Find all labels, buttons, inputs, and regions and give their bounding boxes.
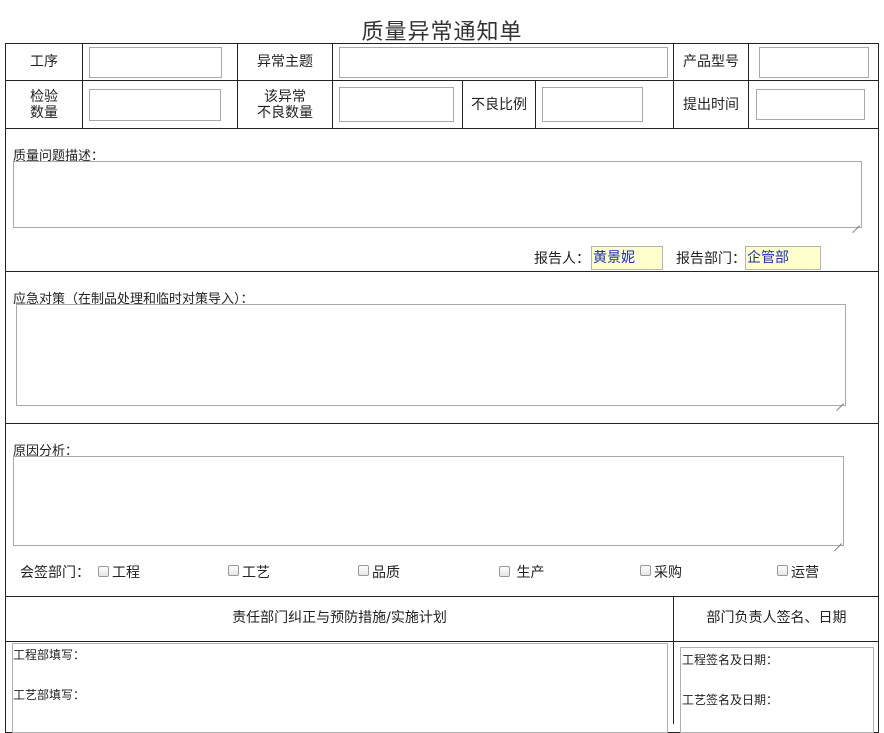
process-input[interactable] (89, 47, 222, 78)
col-divider (332, 43, 333, 128)
checkbox-engineering[interactable] (98, 566, 109, 577)
section-divider (5, 641, 879, 642)
description-textarea[interactable] (13, 161, 862, 228)
model-input[interactable] (759, 47, 869, 78)
topic-label: 异常主题 (257, 54, 313, 70)
resize-grip-icon[interactable] (834, 536, 842, 544)
dept-label-engineering: 工程 (112, 565, 140, 581)
section-divider (5, 271, 879, 272)
plan-fill-area[interactable] (12, 643, 668, 733)
inspect-qty-label-line2: 数量 (30, 105, 58, 121)
checkbox-purchasing[interactable] (640, 565, 651, 576)
col-divider (748, 43, 749, 128)
defect-ratio-input[interactable] (542, 87, 643, 122)
inspect-qty-label-line1: 检验 (30, 89, 58, 105)
section-divider (5, 596, 879, 597)
model-label: 产品型号 (683, 54, 739, 70)
cause-textarea[interactable] (13, 456, 844, 546)
checkbox-process[interactable] (228, 565, 239, 576)
defect-qty-label: 该异常 不良数量 (238, 89, 332, 121)
defect-qty-input[interactable] (339, 87, 454, 122)
checkbox-production[interactable] (499, 566, 510, 577)
proc-sign-label: 工艺签名及日期： (682, 693, 779, 707)
topic-input[interactable] (339, 47, 668, 78)
dept-label-quality: 品质 (372, 565, 400, 581)
eng-sign-label: 工程签名及日期： (682, 653, 779, 667)
row-divider (5, 128, 879, 129)
reporter-label: 报告人： (534, 251, 590, 267)
inspect-qty-input[interactable] (89, 89, 221, 121)
countersign-label: 会签部门： (20, 565, 90, 581)
col-divider (535, 80, 536, 128)
report-dept-label: 报告部门： (676, 251, 746, 267)
submit-time-label: 提出时间 (683, 97, 739, 113)
report-dept-field[interactable]: 企管部 (745, 246, 821, 270)
process-label: 工序 (30, 54, 58, 70)
col-divider (82, 43, 83, 128)
eng-fill-label: 工程部填写： (13, 648, 86, 662)
dept-label-operations: 运营 (791, 565, 819, 581)
emergency-textarea[interactable] (16, 304, 846, 406)
defect-qty-label-line2: 不良数量 (257, 105, 313, 121)
defect-qty-label-line1: 该异常 (264, 89, 306, 105)
sign-header: 部门负责人签名、日期 (706, 610, 847, 626)
proc-fill-label: 工艺部填写： (13, 688, 86, 702)
checkbox-operations[interactable] (777, 565, 788, 576)
dept-label-process: 工艺 (242, 565, 270, 581)
section-divider (5, 423, 879, 424)
form-title: 质量异常通知单 (361, 20, 523, 45)
reporter-field[interactable]: 黄景妮 (591, 246, 663, 270)
resize-grip-icon[interactable] (852, 218, 860, 226)
dept-label-purchasing: 采购 (654, 565, 682, 581)
dept-label-production: 生产 (512, 565, 545, 581)
submit-time-input[interactable] (756, 89, 865, 120)
plan-header: 责任部门纠正与预防措施/实施计划 (232, 610, 447, 626)
checkbox-quality[interactable] (358, 565, 369, 576)
resize-grip-icon[interactable] (836, 396, 844, 404)
defect-ratio-label: 不良比例 (471, 97, 527, 113)
inspect-qty-label: 检验 数量 (6, 89, 82, 121)
